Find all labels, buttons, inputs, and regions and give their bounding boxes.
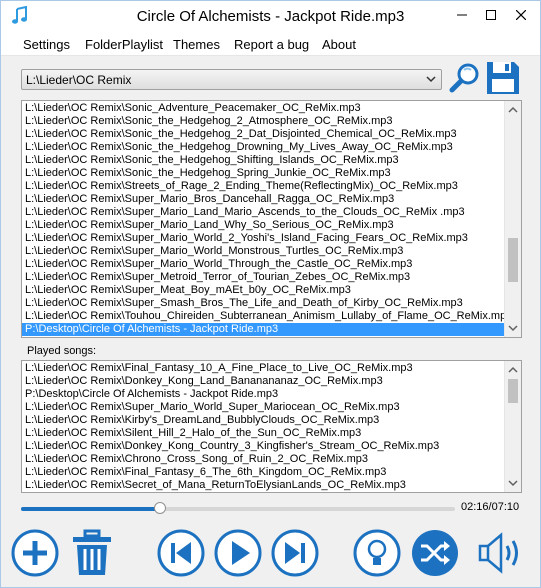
folder-dropdown[interactable]: L:\Lieder\OC Remix xyxy=(21,69,442,90)
playlist-row[interactable]: L:\Lieder\OC Remix\Super_Mario_World_Mon… xyxy=(22,245,505,258)
maximize-icon xyxy=(486,10,496,20)
played-row[interactable]: L:\Lieder\OC Remix\Secret_of_Mana_Return… xyxy=(22,479,505,492)
seek-bar-fill xyxy=(21,507,160,511)
played-row[interactable]: L:\Lieder\OC Remix\Super_Mario_World_Sup… xyxy=(22,401,505,414)
minimize-button[interactable] xyxy=(446,1,478,29)
played-songs-list[interactable]: L:\Lieder\OC Remix\Final_Fantasy_10_A_Fi… xyxy=(21,360,522,493)
played-row[interactable]: L:\Lieder\OC Remix\Silent_Hill_2_Halo_of… xyxy=(22,427,505,440)
scroll-up-icon[interactable] xyxy=(508,365,518,375)
scroll-down-icon[interactable] xyxy=(508,478,518,488)
playlist-row[interactable]: L:\Lieder\OC Remix\Super_Mario_Land_Mari… xyxy=(22,206,505,219)
playlist-row[interactable]: L:\Lieder\OC Remix\Sonic_the_Hedgehog_2_… xyxy=(22,128,505,141)
played-row[interactable]: L:\Lieder\OC Remix\Final_Fantasy_10_A_Fi… xyxy=(22,362,505,375)
playlist-rows: L:\Lieder\OC Remix\Sonic_Adventure_Peace… xyxy=(22,102,505,336)
menu-settings[interactable]: Settings xyxy=(23,37,70,52)
played-songs-label: Played songs: xyxy=(27,345,97,357)
played-row[interactable]: L:\Lieder\OC Remix\Donkey_Kong_Land_Bana… xyxy=(22,375,505,388)
save-icon[interactable] xyxy=(485,60,521,96)
chevron-down-icon xyxy=(426,76,436,83)
shuffle-icon[interactable] xyxy=(411,529,459,577)
skip-next-icon[interactable] xyxy=(271,529,319,577)
add-icon[interactable] xyxy=(11,529,59,577)
search-icon[interactable] xyxy=(449,62,481,94)
played-row[interactable]: L:\Lieder\OC Remix\Donkey_Kong_Country_3… xyxy=(22,440,505,453)
playlist-row[interactable]: L:\Lieder\OC Remix\Super_Smash_Bros_The_… xyxy=(22,297,505,310)
played-row[interactable]: P:\Desktop\Circle Of Alchemists - Jackpo… xyxy=(22,388,505,401)
seek-bar-thumb[interactable] xyxy=(154,502,166,514)
seek-bar[interactable] xyxy=(21,502,455,514)
menu-about[interactable]: About xyxy=(322,37,356,52)
title-bar[interactable]: Circle Of Alchemists - Jackpot Ride.mp3 xyxy=(1,1,540,32)
maximize-button[interactable] xyxy=(475,1,507,29)
playlist-row[interactable]: L:\Lieder\OC Remix\Super_Mario_World_2_Y… xyxy=(22,232,505,245)
minimize-icon xyxy=(457,14,467,16)
close-button[interactable] xyxy=(505,1,537,29)
lightbulb-icon[interactable] xyxy=(353,529,401,577)
playlist-row[interactable]: L:\Lieder\OC Remix\Super_Meat_Boy_mAEt_b… xyxy=(22,284,505,297)
played-scroll-thumb[interactable] xyxy=(508,379,518,403)
player-window: Circle Of Alchemists - Jackpot Ride.mp3 … xyxy=(0,0,541,588)
menu-bar: Settings FolderPlaylist Themes Report a … xyxy=(1,32,540,56)
playlist-scrollbar[interactable] xyxy=(504,101,521,337)
skip-previous-icon[interactable] xyxy=(157,529,205,577)
playlist-row[interactable]: L:\Lieder\OC Remix\Streets_of_Rage_2_End… xyxy=(22,180,505,193)
playlist-scroll-thumb[interactable] xyxy=(508,238,518,282)
scroll-up-icon[interactable] xyxy=(508,105,518,115)
playlist-row[interactable]: P:\Desktop\Circle Of Alchemists - Jackpo… xyxy=(22,323,505,336)
time-readout: 02:16/07:10 xyxy=(461,501,520,513)
played-row[interactable]: L:\Lieder\OC Remix\Final_Fantasy_6_The_6… xyxy=(22,466,505,479)
scroll-down-icon[interactable] xyxy=(508,323,518,333)
playlist-row[interactable]: L:\Lieder\OC Remix\Super_Mario_World_Thr… xyxy=(22,258,505,271)
playlist-row[interactable]: L:\Lieder\OC Remix\Touhou_Chireiden_Subt… xyxy=(22,310,505,323)
playlist[interactable]: L:\Lieder\OC Remix\Sonic_Adventure_Peace… xyxy=(21,100,522,338)
played-scrollbar[interactable] xyxy=(504,361,521,492)
played-rows: L:\Lieder\OC Remix\Final_Fantasy_10_A_Fi… xyxy=(22,362,505,492)
menu-themes[interactable]: Themes xyxy=(173,37,220,52)
menu-folder-playlist[interactable]: FolderPlaylist xyxy=(85,37,163,52)
playlist-row[interactable]: L:\Lieder\OC Remix\Sonic_the_Hedgehog_Dr… xyxy=(22,141,505,154)
playlist-row[interactable]: L:\Lieder\OC Remix\Sonic_the_Hedgehog_Sh… xyxy=(22,154,505,167)
menu-report-bug[interactable]: Report a bug xyxy=(234,37,309,52)
playlist-row[interactable]: L:\Lieder\OC Remix\Super_Mario_Bros_Danc… xyxy=(22,193,505,206)
playlist-row[interactable]: L:\Lieder\OC Remix\Sonic_the_Hedgehog_Sp… xyxy=(22,167,505,180)
folder-dropdown-value: L:\Lieder\OC Remix xyxy=(26,73,132,87)
volume-icon[interactable] xyxy=(477,529,525,577)
playlist-row[interactable]: L:\Lieder\OC Remix\Sonic_Adventure_Peace… xyxy=(22,102,505,115)
playlist-row[interactable]: L:\Lieder\OC Remix\Super_Metroid_Terror_… xyxy=(22,271,505,284)
play-icon[interactable] xyxy=(214,529,262,577)
trash-icon[interactable] xyxy=(68,529,116,577)
played-row[interactable]: L:\Lieder\OC Remix\Chrono_Cross_Song_of_… xyxy=(22,453,505,466)
played-row[interactable]: L:\Lieder\OC Remix\Kirby's_DreamLand_Bub… xyxy=(22,414,505,427)
playlist-row[interactable]: L:\Lieder\OC Remix\Sonic_the_Hedgehog_2_… xyxy=(22,115,505,128)
playlist-row[interactable]: L:\Lieder\OC Remix\Super_Mario_Land_Why_… xyxy=(22,219,505,232)
close-icon xyxy=(516,10,526,20)
